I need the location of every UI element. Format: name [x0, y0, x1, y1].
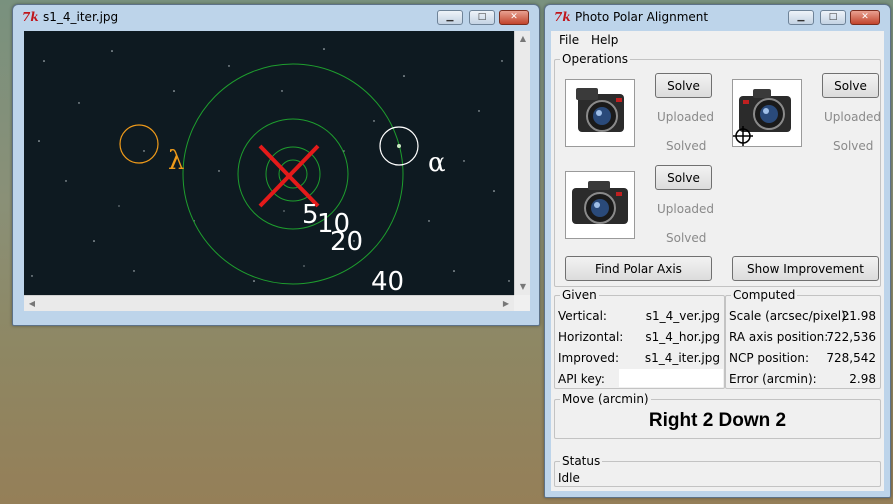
horizontal-camera-button[interactable] [732, 79, 802, 147]
improved-solve-button[interactable]: Solve [655, 165, 712, 190]
computed-ra-axis-value: 722,536 [826, 330, 876, 344]
lambda-label: λ [168, 146, 184, 176]
improved-uploaded-status: Uploaded [657, 202, 715, 216]
minimize-button[interactable]: ▁ [437, 10, 463, 25]
camera-icon [576, 88, 624, 132]
move-label: Move (arcmin) [560, 392, 651, 406]
status-label: Status [560, 454, 603, 468]
camera-crosshair-icon [733, 89, 791, 146]
close-button[interactable]: ✕ [499, 10, 529, 25]
app-window-titlebar[interactable]: 7k Photo Polar Alignment ▁ □ ✕ [545, 5, 890, 31]
star-field-overlay: λ α 5 10 20 40 [31, 48, 510, 295]
operations-label: Operations [560, 52, 630, 66]
minimize-button[interactable]: ▁ [788, 10, 814, 25]
app-window-client: File Help Operations Solve Uploaded Solv… [551, 31, 884, 491]
improved-solved-status: Solved [666, 231, 707, 245]
given-improved-label: Improved: [558, 351, 620, 365]
operations-group: Operations Solve Uploaded Solved Solve U… [554, 52, 882, 287]
horizontal-solve-button[interactable]: Solve [822, 73, 879, 98]
vertical-uploaded-status: Uploaded [657, 110, 715, 124]
computed-label: Computed [731, 288, 798, 302]
menu-help[interactable]: Help [591, 33, 618, 47]
camera-icon [572, 181, 628, 224]
tk-feather-icon: 7k [22, 10, 39, 24]
lambda-star-marker [119, 124, 159, 164]
scroll-right-arrow-icon[interactable]: ▶ [498, 296, 514, 312]
computed-error-label: Error (arcmin): [729, 372, 817, 386]
vertical-scrollbar[interactable]: ▲ ▼ [514, 31, 530, 295]
given-label: Given [560, 288, 599, 302]
star-image-canvas[interactable]: λ α 5 10 20 40 [24, 31, 514, 295]
window-title: Photo Polar Alignment [575, 10, 709, 24]
given-group: Given Vertical: s1_4_ver.jpg Horizontal:… [554, 288, 725, 389]
scroll-corner [514, 295, 530, 311]
tk-feather-icon: 7k [554, 10, 571, 24]
horizontal-scrollbar[interactable]: ◀ ▶ [24, 295, 514, 311]
computed-ncp-value: 728,542 [826, 351, 876, 365]
alpha-label: α [428, 148, 446, 178]
given-vertical-label: Vertical: [558, 309, 607, 323]
close-button[interactable]: ✕ [850, 10, 880, 25]
show-improvement-button[interactable]: Show Improvement [732, 256, 879, 281]
menu-bar: File Help [551, 31, 884, 49]
horizontal-solved-status: Solved [833, 139, 874, 153]
computed-scale-value: 21.98 [841, 309, 876, 323]
status-value: Idle [558, 471, 580, 485]
computed-ncp-label: NCP position: [729, 351, 809, 365]
image-window-client: λ α 5 10 20 40 ▲ ▼ ◀ ▶ [24, 31, 530, 311]
scroll-down-arrow-icon[interactable]: ▼ [515, 279, 531, 295]
move-instruction: Right 2 Down 2 [648, 410, 787, 431]
horizontal-uploaded-status: Uploaded [824, 110, 882, 124]
image-window: 7k s1_4_iter.jpg ▁ □ ✕ λ α 5 10 20 40 ▲ … [12, 4, 540, 326]
given-api-key-label: API key: [558, 372, 605, 386]
api-key-field[interactable] [619, 369, 723, 387]
move-group: Move (arcmin) Right 2 Down 2 [554, 392, 881, 439]
given-horizontal-label: Horizontal: [558, 330, 624, 344]
vertical-camera-button[interactable] [565, 79, 635, 147]
computed-ra-axis-label: RA axis position: [729, 330, 829, 344]
status-group: Status Idle [554, 454, 881, 487]
ncp-cross-mark [258, 144, 320, 208]
alpha-star [397, 144, 401, 148]
ring-label-20: 20 [330, 227, 363, 257]
computed-error-value: 2.98 [849, 372, 876, 386]
menu-file[interactable]: File [559, 33, 579, 47]
given-vertical-value: s1_4_ver.jpg [645, 309, 720, 323]
maximize-button[interactable]: □ [820, 10, 846, 25]
image-window-titlebar[interactable]: 7k s1_4_iter.jpg ▁ □ ✕ [13, 5, 539, 31]
vertical-solve-button[interactable]: Solve [655, 73, 712, 98]
window-title: s1_4_iter.jpg [43, 10, 119, 24]
app-window: 7k Photo Polar Alignment ▁ □ ✕ File Help… [544, 4, 891, 498]
given-horizontal-value: s1_4_hor.jpg [645, 330, 720, 344]
improved-camera-button[interactable] [565, 171, 635, 239]
given-improved-value: s1_4_iter.jpg [644, 351, 720, 365]
maximize-button[interactable]: □ [469, 10, 495, 25]
scroll-up-arrow-icon[interactable]: ▲ [515, 31, 531, 47]
find-polar-axis-button[interactable]: Find Polar Axis [565, 256, 712, 281]
computed-group: Computed Scale (arcsec/pixel): 21.98 RA … [725, 288, 881, 389]
vertical-solved-status: Solved [666, 139, 707, 153]
scroll-left-arrow-icon[interactable]: ◀ [24, 296, 40, 312]
computed-scale-label: Scale (arcsec/pixel): [729, 309, 850, 323]
ring-label-40: 40 [371, 267, 404, 295]
